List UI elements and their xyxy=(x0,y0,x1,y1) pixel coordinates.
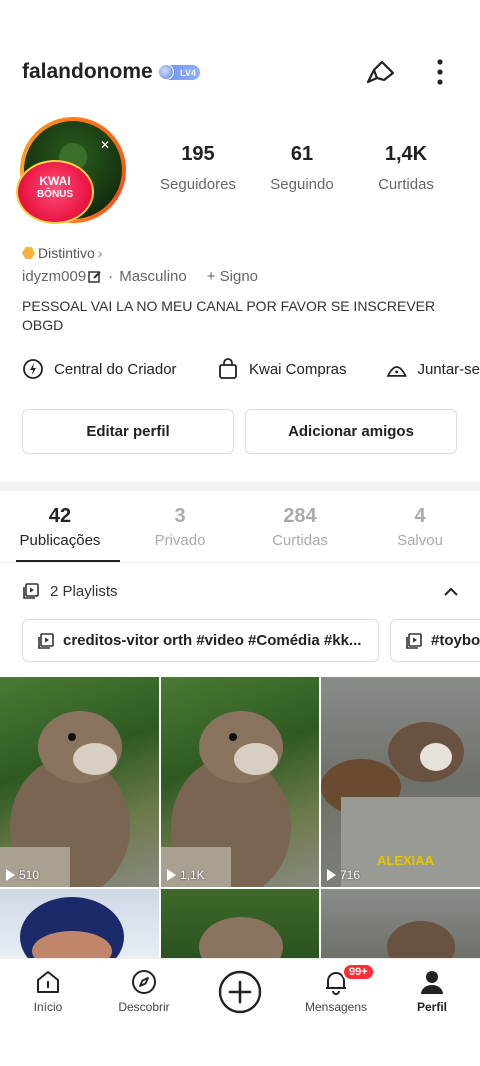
level-badge: LV4 xyxy=(158,64,200,80)
marmot-image xyxy=(387,921,455,958)
kwai-bonus-badge[interactable]: KWAI BÔNUS xyxy=(16,160,94,224)
nav-label: Início xyxy=(33,1000,63,1014)
plus-icon xyxy=(218,970,262,1014)
tab-count: 42 xyxy=(48,505,72,527)
nav-label: Perfil xyxy=(416,1000,447,1014)
tab-publicacoes[interactable]: 42 Publicações xyxy=(0,505,120,549)
marmot-image xyxy=(199,917,283,958)
add-friends-button[interactable]: Adicionar amigos xyxy=(245,409,457,454)
compass-icon xyxy=(132,970,156,994)
video-thumbnail[interactable]: 1,1K xyxy=(161,677,319,887)
marmot-image xyxy=(161,711,291,887)
followers-count[interactable]: 195 xyxy=(143,143,253,166)
add-signo[interactable]: + Signo xyxy=(207,268,258,285)
id-row: idyzm009 · Masculino + Signo xyxy=(22,268,258,285)
tab-label: Publicações xyxy=(19,532,101,549)
tab-count: 4 xyxy=(414,505,426,527)
nav-perfil[interactable]: Perfil xyxy=(384,968,480,1014)
creator-center-shortcut[interactable]: Central do Criador xyxy=(22,358,177,380)
tab-label: Privado xyxy=(154,532,206,549)
views-text: 510 xyxy=(19,868,40,882)
tab-privado[interactable]: 3 Privado xyxy=(120,505,240,549)
views-text: 716 xyxy=(340,868,361,882)
marmot-image xyxy=(0,711,130,887)
distintivo-link[interactable]: Distintivo › xyxy=(22,245,102,261)
tab-salvou[interactable]: 4 Salvou xyxy=(360,505,480,549)
nav-label: Descobrir xyxy=(118,1000,170,1014)
home-icon xyxy=(37,971,59,993)
followers-label[interactable]: Seguidores xyxy=(143,176,253,193)
create-post-button[interactable] xyxy=(218,970,262,1014)
play-icon xyxy=(327,869,336,881)
playlist-icon xyxy=(38,632,54,649)
playlist-icon xyxy=(23,583,39,599)
nav-inicio[interactable]: Início xyxy=(0,968,96,1014)
tab-label: Salvou xyxy=(397,532,443,549)
video-thumbnail[interactable] xyxy=(161,889,319,958)
tent-icon xyxy=(386,366,407,377)
gender: Masculino xyxy=(119,268,187,285)
hexagon-badge-icon xyxy=(22,247,35,259)
tab-count: 284 xyxy=(283,505,317,527)
section-divider xyxy=(0,482,480,491)
following-label[interactable]: Seguindo xyxy=(247,176,357,193)
video-thumbnail[interactable]: 510 xyxy=(0,677,159,887)
likes-count[interactable]: 1,4K xyxy=(351,143,461,166)
notification-badge: 99+ xyxy=(342,963,375,981)
video-thumbnail[interactable] xyxy=(321,889,480,958)
tab-curtidas[interactable]: 284 Curtidas xyxy=(240,505,360,549)
profile-username: falandonome xyxy=(22,60,153,83)
chevron-right-icon: › xyxy=(97,245,103,261)
kwai-shop-shortcut[interactable]: Kwai Compras xyxy=(217,358,347,380)
playlist-chip[interactable]: creditos-vitor orth #video #Comédia #kk.… xyxy=(22,619,379,662)
dot-separator: · xyxy=(108,268,114,285)
video-watermark: ALEXIAA xyxy=(377,853,435,868)
tab-count: 3 xyxy=(174,505,186,527)
bonus-line1: KWAI xyxy=(39,174,71,188)
playlists-header[interactable]: 2 Playlists xyxy=(22,582,118,600)
bonus-line2: BÔNUS xyxy=(36,189,74,200)
user-id: idyzm009 xyxy=(22,268,87,285)
edit-profile-button[interactable]: Editar perfil xyxy=(22,409,234,454)
playlist-name: #toyboy xyxy=(431,632,480,649)
bio: PESSOAL VAI LA NO MEU CANAL POR FAVOR SE… xyxy=(22,298,436,333)
nav-descobrir[interactable]: Descobrir xyxy=(96,968,192,1014)
view-count: 1,1K xyxy=(167,868,205,882)
playlist-name: creditos-vitor orth #video #Comédia #kk.… xyxy=(63,632,362,649)
person-icon xyxy=(421,971,443,994)
chevron-up-icon[interactable] xyxy=(441,582,461,602)
share-icon[interactable] xyxy=(362,56,398,88)
video-thumbnail[interactable]: ALEXIAA 716 xyxy=(321,677,480,887)
join-shortcut[interactable]: Juntar-se xyxy=(386,358,480,380)
tab-divider xyxy=(0,562,480,563)
tab-label: Curtidas xyxy=(272,532,328,549)
shortcut-label: Juntar-se xyxy=(417,360,480,378)
shopping-bag-icon xyxy=(219,358,237,379)
views-text: 1,1K xyxy=(180,868,205,882)
edit-icon[interactable] xyxy=(88,270,102,284)
view-count: 716 xyxy=(327,868,360,882)
view-count: 510 xyxy=(6,868,39,882)
distintivo-label: Distintivo xyxy=(38,245,95,261)
nav-label: Mensagens xyxy=(304,1000,368,1014)
play-icon xyxy=(6,869,15,881)
level-label: LV4 xyxy=(180,67,196,78)
close-icon[interactable]: ✕ xyxy=(97,137,113,153)
gem-icon xyxy=(158,64,174,80)
person-image xyxy=(20,897,124,958)
shortcut-label: Central do Criador xyxy=(54,360,177,378)
play-icon xyxy=(167,869,176,881)
likes-label[interactable]: Curtidas xyxy=(351,176,461,193)
lightning-icon xyxy=(23,359,43,379)
playlist-chip[interactable]: #toyboy xyxy=(390,619,480,662)
more-options-icon[interactable] xyxy=(428,56,452,88)
playlists-title: 2 Playlists xyxy=(50,582,118,600)
shortcut-label: Kwai Compras xyxy=(249,360,347,378)
video-thumbnail[interactable] xyxy=(0,889,159,958)
following-count[interactable]: 61 xyxy=(247,143,357,166)
playlist-icon xyxy=(406,632,422,649)
